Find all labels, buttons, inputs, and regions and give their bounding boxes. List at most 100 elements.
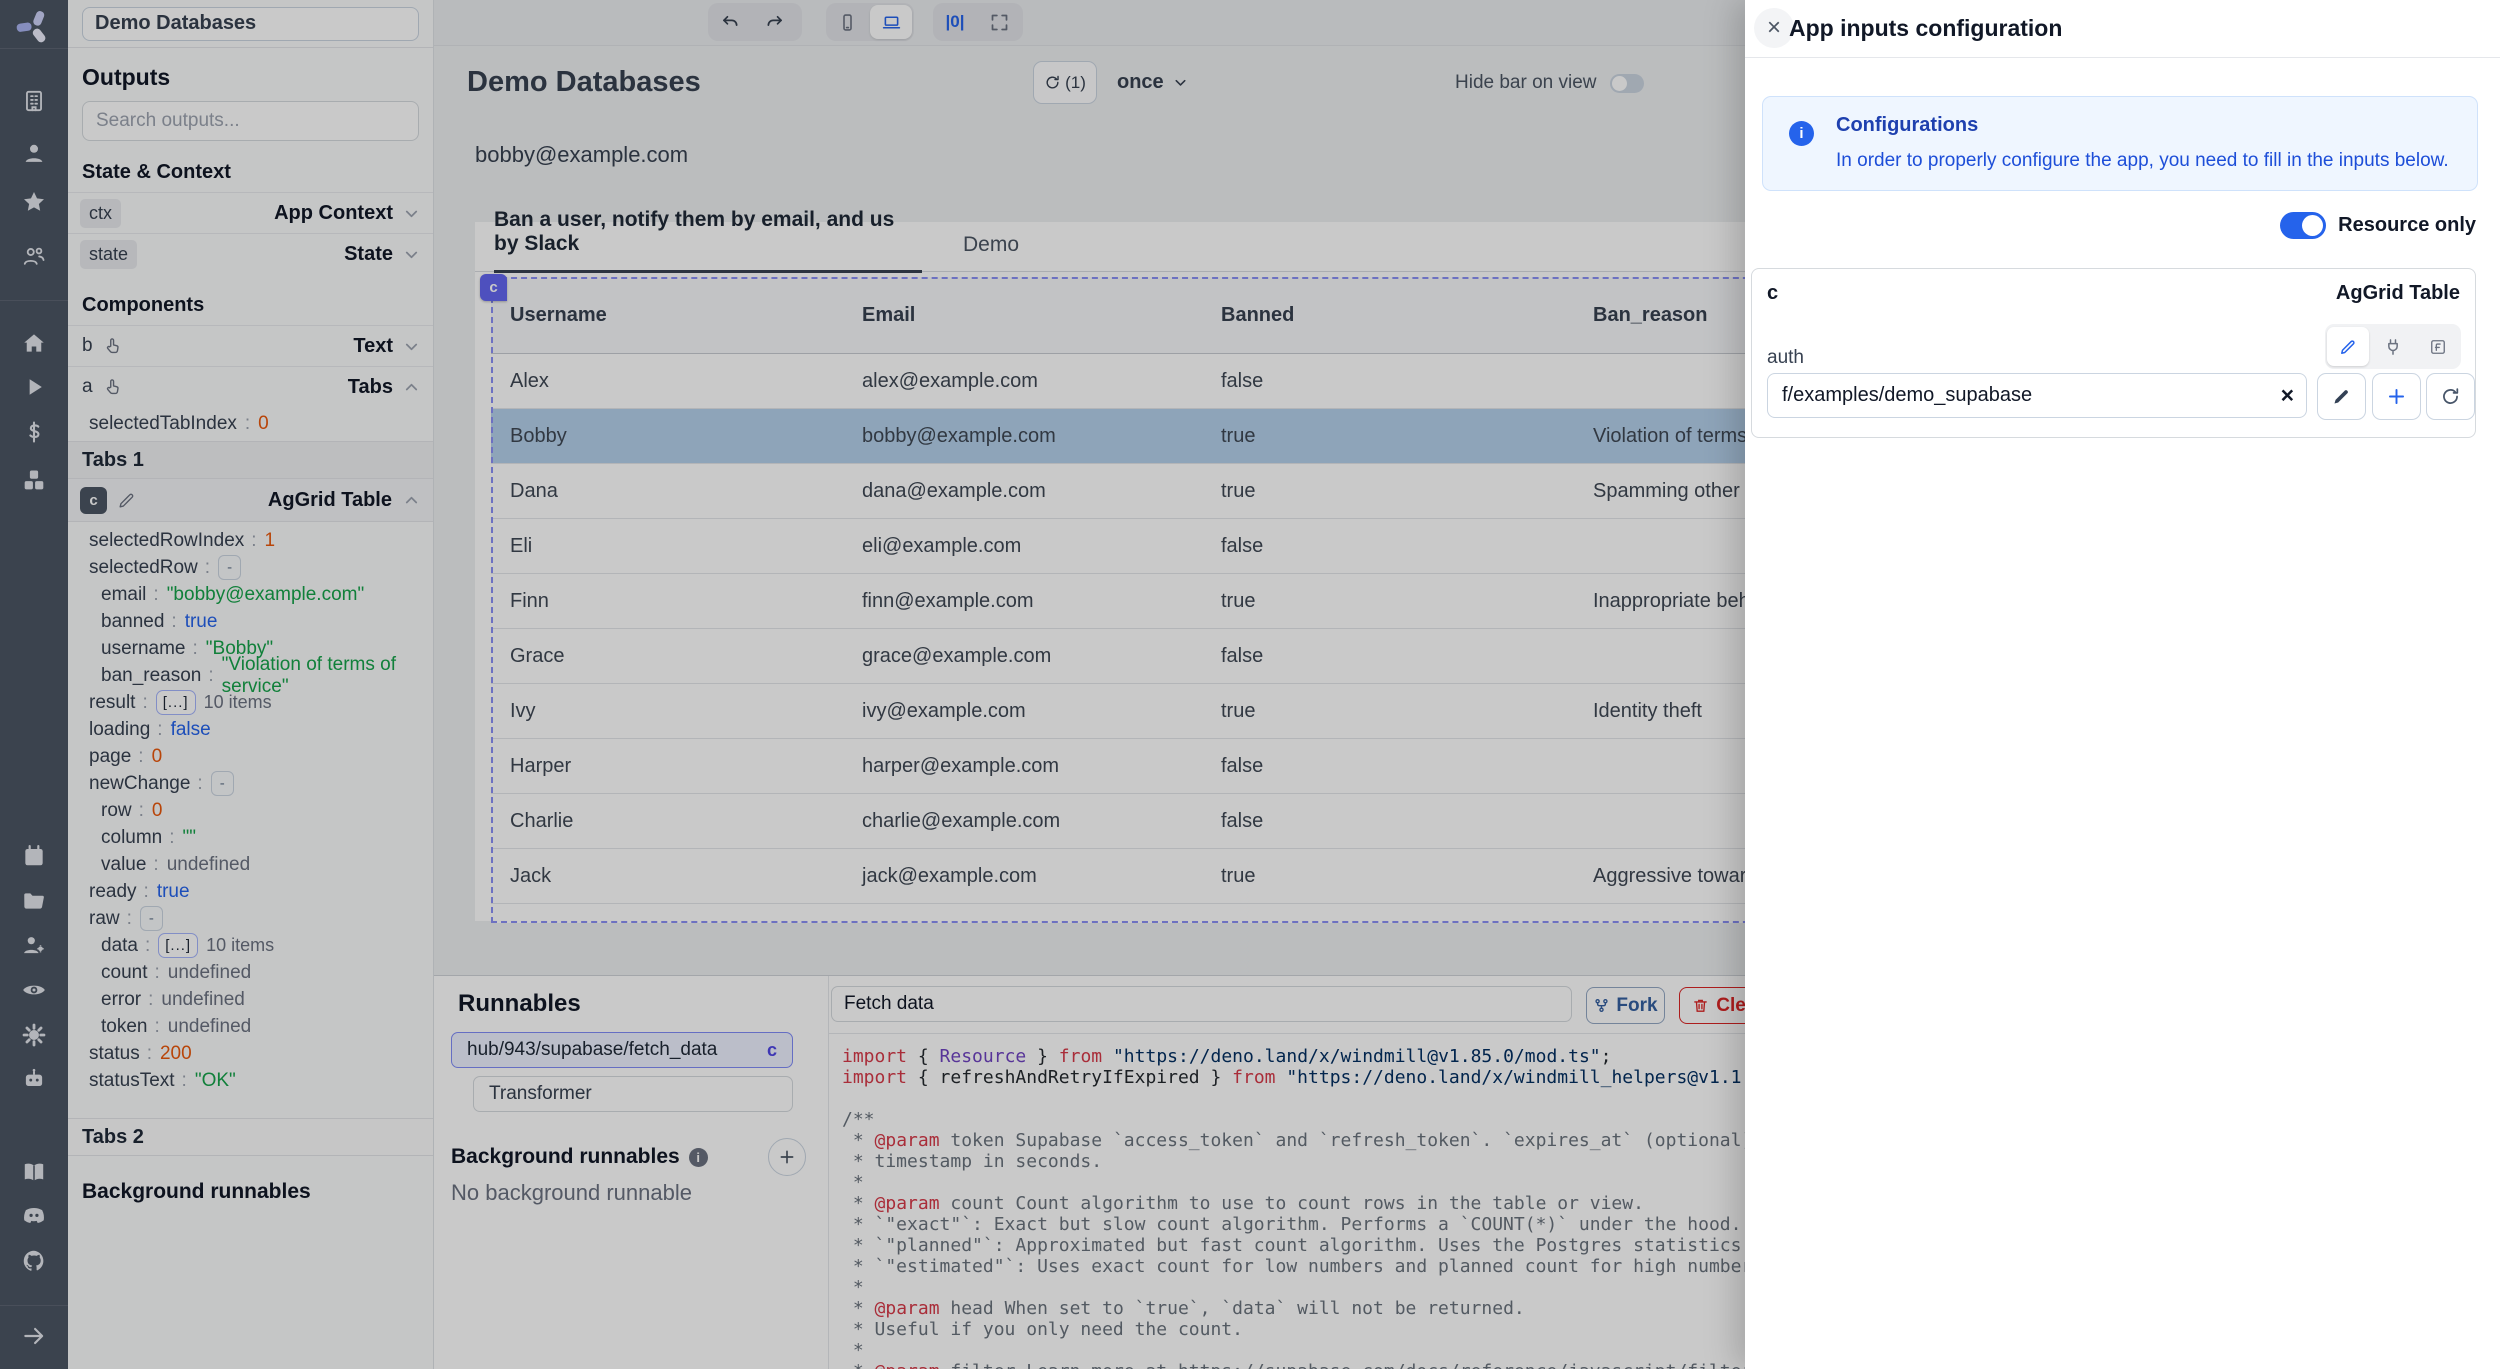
left-icon-rail [0,0,68,1369]
fullscreen-button[interactable] [977,3,1021,41]
robot-icon[interactable] [21,1066,47,1092]
runnable-item-transformer[interactable]: Transformer [473,1076,793,1112]
user-icon[interactable] [21,140,47,166]
component-b-type: Text [353,335,393,358]
ctx-key: ctx [80,199,121,228]
runnables-panel: Runnables hub/943/supabase/fetch_data c … [433,976,829,1369]
cell-banned: true [1202,700,1574,723]
add-background-runnable-button[interactable] [768,1138,806,1176]
runnable-label: hub/943/supabase/fetch_data [467,1039,717,1061]
users-icon[interactable] [21,243,47,269]
calendar-icon[interactable] [21,843,47,869]
play-icon[interactable] [21,374,47,400]
center-align-button[interactable]: |0| [933,3,977,41]
app-title-input[interactable] [82,7,419,41]
eval-mode-button[interactable] [2417,327,2459,366]
output-tree-row: error:undefined [68,986,433,1013]
refresh-count-button[interactable]: (1) [1033,61,1097,104]
resource-input-wrap: × [1767,373,2307,418]
tabs1-section-bar[interactable]: Tabs 1 [68,441,433,479]
background-runnables-row: Background runnables i [451,1138,806,1176]
clear-input-icon[interactable]: × [2281,374,2294,417]
output-tree-row: newChange:- [68,770,433,797]
cell-email: eli@example.com [843,535,1202,558]
hide-bar-toggle[interactable] [1610,74,1644,93]
runnable-item-selected[interactable]: hub/943/supabase/fetch_data c [451,1032,793,1068]
schedule-dropdown[interactable]: once [1117,71,1189,94]
output-row-state[interactable]: state State [68,233,433,274]
layout-group: |0| [933,3,1023,41]
info-title: Configurations [1836,114,1978,137]
component-row-b[interactable]: b Text [68,325,433,366]
mobile-view-button[interactable] [826,3,868,41]
function-icon [2428,337,2448,357]
plus-icon [2386,386,2407,407]
collapse-chip[interactable]: - [140,906,163,931]
tab-demo[interactable]: Demo [963,233,1019,271]
output-tree-row: column:"" [68,824,433,851]
discord-icon[interactable] [21,1202,47,1228]
script-name-input[interactable] [831,986,1572,1022]
close-button[interactable]: × [1754,8,1794,48]
star-icon[interactable] [21,189,47,215]
text-component-b: bobby@example.com [475,142,688,168]
grid-column-header[interactable]: Username [491,304,843,327]
folder-icon[interactable] [21,888,47,914]
connect-mode-button[interactable] [2372,327,2414,366]
arrow-right-icon[interactable] [21,1323,47,1349]
chevron-down-icon[interactable] [402,245,421,264]
fork-button[interactable]: Fork [1586,987,1665,1024]
state-key: state [80,240,137,269]
undo-button[interactable] [708,3,752,41]
building-icon[interactable] [21,88,47,114]
eye-icon[interactable] [21,977,47,1003]
expand-array-chip[interactable]: [...] [156,690,196,715]
expand-array-chip[interactable]: [...] [158,933,198,958]
desktop-view-button[interactable] [870,5,912,39]
component-a-key: a [80,376,93,398]
chevron-up-icon[interactable] [402,378,421,397]
cell-username: Eli [491,535,843,558]
redo-button[interactable] [752,3,796,41]
grid-column-header[interactable]: Banned [1202,304,1574,327]
runnable-badge: c [767,1040,777,1061]
selected-tab-value: 0 [258,413,269,435]
hand-pointer-icon [102,336,123,357]
dollar-icon[interactable] [21,419,47,445]
user-gear-icon[interactable] [21,932,47,958]
tabs2-section-bar[interactable]: Tabs 2 [68,1118,433,1156]
cell-email: alex@example.com [843,370,1202,393]
home-icon[interactable] [21,330,47,356]
input-mode-segmented-control [2325,324,2461,369]
cell-banned: true [1202,865,1574,888]
search-outputs-input[interactable] [82,101,419,141]
resource-only-toggle[interactable] [2280,212,2326,239]
tab-ban-user[interactable]: Ban a user, notify them by email, and us… [494,208,922,273]
windmill-logo-icon[interactable] [15,8,53,46]
output-tree-row: ban_reason:"Violation of terms of servic… [68,662,433,689]
output-tree-row: statusText:"OK" [68,1067,433,1094]
chevron-down-icon[interactable] [402,204,421,223]
cell-email: harper@example.com [843,755,1202,778]
reload-resource-button[interactable] [2426,373,2475,420]
gear-icon[interactable] [21,1022,47,1048]
cubes-icon[interactable] [21,467,47,493]
rail-divider [0,300,68,301]
pencil-icon [2338,337,2358,357]
github-icon[interactable] [21,1248,47,1274]
selected-component-badge: c [480,274,507,301]
collapse-chip[interactable]: - [218,555,241,580]
chevron-down-icon[interactable] [402,337,421,356]
collapse-chip[interactable]: - [211,771,234,796]
output-row-ctx[interactable]: ctx App Context [68,192,433,233]
chevron-up-icon[interactable] [402,491,421,510]
static-mode-button[interactable] [2327,327,2369,366]
component-row-a[interactable]: a Tabs [68,366,433,407]
add-resource-button[interactable] [2372,373,2421,420]
component-row-c[interactable]: c AgGrid Table [68,479,433,522]
resource-path-input[interactable] [1768,374,2276,417]
edit-resource-button[interactable] [2317,373,2366,420]
grid-column-header[interactable]: Email [843,304,1202,327]
pencil-icon[interactable] [117,491,136,510]
book-icon[interactable] [21,1159,47,1185]
